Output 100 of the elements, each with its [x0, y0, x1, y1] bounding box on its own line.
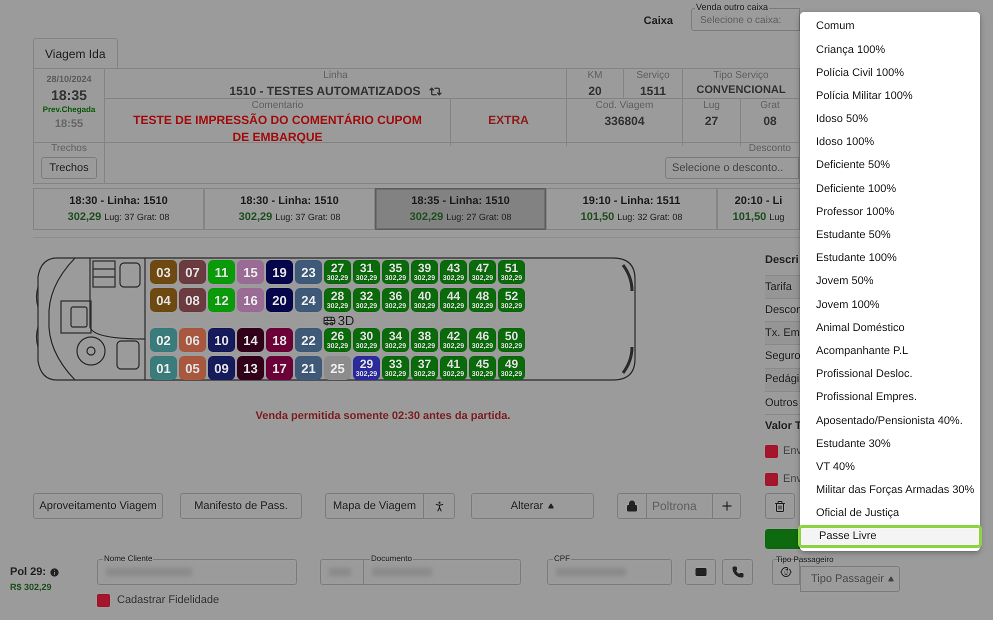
menu-item[interactable]: VT 40%: [800, 456, 980, 479]
schedule-price: 302,29: [68, 210, 102, 225]
table-header: Descri: [765, 253, 800, 268]
swap-icon[interactable]: [428, 84, 442, 98]
seat[interactable]: 19: [266, 260, 293, 284]
menu-item[interactable]: Polícia Militar 100%: [800, 84, 980, 108]
schedule-card[interactable]: 18:35 - Linha: 1510 302,29 Lug: 27 Grat: 08: [375, 188, 546, 230]
trip-map-button[interactable]: Mapa de Viagem: [325, 493, 424, 519]
schedule-price: 302,29: [238, 210, 272, 225]
seat[interactable]: 06: [179, 328, 206, 352]
change-button[interactable]: Alterar: [471, 493, 594, 519]
seat[interactable]: 18: [266, 328, 293, 352]
schedule-card[interactable]: 20:10 - Li 101,50 Lug: [717, 188, 800, 230]
menu-item[interactable]: Militar das Forças Armadas 30%: [800, 478, 980, 502]
schedule-title: 20:10 - Li: [734, 194, 782, 208]
menu-item[interactable]: Acompanhante P.L: [800, 340, 980, 363]
phone-button[interactable]: [722, 559, 753, 585]
menu-item[interactable]: Jovem 100%: [800, 293, 980, 316]
seat-field[interactable]: Poltrona: [647, 493, 712, 519]
schedule-info: Lug: 37 Grat: 08: [104, 211, 170, 224]
schedule-card[interactable]: 19:10 - Linha: 1511 101,50 Lug: 32 Grat: 08: [546, 188, 717, 230]
menu-item[interactable]: Idoso 100%: [800, 130, 980, 154]
menu-item[interactable]: Profissional Empres.: [800, 386, 980, 410]
menu-item[interactable]: Professor 100%: [800, 200, 980, 224]
checkbox[interactable]: [765, 472, 778, 486]
info-icon[interactable]: [49, 566, 60, 578]
menu-item[interactable]: Criança 100%: [800, 38, 980, 62]
card-button[interactable]: [685, 559, 716, 585]
child-icon: [780, 566, 792, 578]
phone-icon: [732, 566, 744, 578]
seat[interactable]: 03: [150, 260, 177, 284]
passenger-type-select[interactable]: Tipo Passageir: [800, 566, 900, 592]
menu-item[interactable]: Estudante 30%: [800, 432, 980, 456]
field-label: Grat: [760, 100, 780, 112]
km-value: 20: [588, 83, 602, 100]
deck-label: 3D: [338, 314, 354, 326]
schedule-card[interactable]: 18:30 - Linha: 1510 302,29 Lug: 37 Grat: 08: [204, 188, 375, 230]
delete-button[interactable]: [765, 493, 795, 519]
menu-item[interactable]: Deficiente 50%: [800, 154, 980, 178]
segments-button[interactable]: Trechos: [41, 157, 97, 179]
menu-item[interactable]: Estudante 100%: [800, 246, 980, 270]
seat[interactable]: 02: [150, 328, 177, 352]
menu-item[interactable]: Idoso 50%: [800, 108, 980, 131]
menu-item[interactable]: Deficiente 100%: [800, 177, 980, 200]
menu-item[interactable]: Estudante 50%: [800, 224, 980, 247]
seat[interactable]: 17: [266, 356, 293, 380]
seat[interactable]: 24: [295, 288, 322, 312]
menu-item[interactable]: Oficial de Justiça: [800, 502, 980, 526]
discount-select[interactable]: Selecione o desconto..: [665, 157, 799, 179]
seat[interactable]: 21: [295, 356, 322, 380]
seat[interactable]: 14: [237, 328, 264, 352]
passenger-type-label: Tipo Passageiro: [776, 555, 834, 564]
seat[interactable]: 04: [150, 288, 177, 312]
field-label: Venda outro caixa: [695, 2, 770, 12]
seat[interactable]: 23: [295, 260, 322, 284]
trip-code-value: 336804: [604, 113, 645, 130]
field-label: Documento: [370, 554, 413, 563]
seat[interactable]: 09: [208, 356, 235, 380]
tab[interactable]: Viagem Ida: [33, 38, 118, 68]
seat[interactable]: 22: [295, 328, 322, 352]
loyalty-label: Cadastrar Fidelidade: [117, 593, 220, 608]
table-cell: Tarifa: [765, 274, 800, 298]
seat-input[interactable]: Poltrona: [647, 497, 712, 515]
manifest-button[interactable]: Manifesto de Pass.: [180, 493, 302, 519]
menu-item[interactable]: Comum: [800, 15, 980, 38]
confirm-button[interactable]: [765, 529, 800, 549]
menu-item[interactable]: Passe Livre: [798, 525, 982, 548]
seat[interactable]: 07: [179, 260, 206, 284]
walker-button[interactable]: [424, 493, 455, 519]
menu-item[interactable]: Polícia Civil 100%: [800, 61, 980, 85]
schedule-info: Lug: [769, 211, 784, 224]
seat[interactable]: 16: [237, 288, 264, 312]
seat[interactable]: 01: [150, 356, 177, 380]
trip-reuse-button[interactable]: Aproveitamento Viagem: [33, 493, 163, 519]
service-type-value: CONVENCIONAL: [696, 83, 786, 98]
checkbox[interactable]: [97, 594, 110, 607]
seat-label: Pol 29:: [10, 565, 46, 580]
schedule-price: 101,50: [580, 210, 614, 225]
seat[interactable]: 20: [266, 288, 293, 312]
schedule-title: 19:10 - Linha: 1511: [582, 194, 680, 208]
bus-icon: [322, 314, 336, 326]
seat[interactable]: 05: [179, 356, 206, 380]
extra-label: EXTRA: [488, 112, 529, 129]
document-type-field[interactable]: [320, 559, 364, 585]
menu-item[interactable]: Animal Doméstico: [800, 316, 980, 340]
menu-item[interactable]: Aposentado/Pensionista 40%.: [800, 409, 980, 432]
lock-button[interactable]: [617, 493, 647, 519]
service-value: 1511: [640, 83, 666, 100]
menu-item[interactable]: Profissional Desloc.: [800, 362, 980, 386]
seat[interactable]: 10: [208, 328, 235, 352]
add-button[interactable]: [712, 493, 741, 519]
table-cell: Pedági: [765, 368, 800, 391]
seat[interactable]: 08: [179, 288, 206, 312]
checkbox[interactable]: [765, 445, 778, 458]
seat[interactable]: 15: [237, 260, 264, 284]
seat[interactable]: 13: [237, 356, 264, 380]
comment-text: TESTE DE IMPRESSÃO DO COMENTÁRIO CUPOM DE EMBARQUE: [132, 112, 423, 146]
schedule-card[interactable]: 18:30 - Linha: 1510 302,29 Lug: 37 Grat: 08: [33, 188, 204, 230]
menu-item[interactable]: Jovem 50%: [800, 270, 980, 294]
caixa-label: Caixa: [644, 14, 673, 29]
